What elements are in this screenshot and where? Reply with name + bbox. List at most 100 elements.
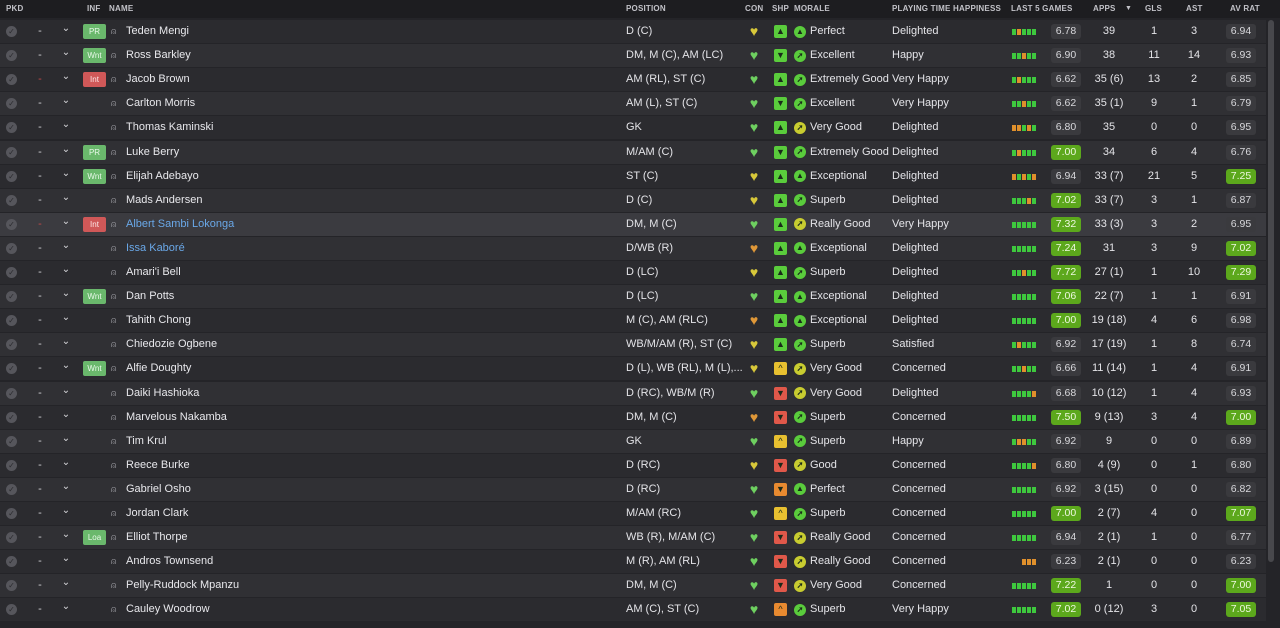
status-badge[interactable]: Int: [83, 72, 106, 88]
pick-toggle-icon[interactable]: ✓: [6, 170, 17, 182]
selection-status[interactable]: -: [34, 261, 46, 284]
status-badge[interactable]: Wnt: [83, 48, 106, 64]
status-badge[interactable]: Wnt: [83, 361, 106, 377]
table-row[interactable]: ✓ - ⌄ ⍝ Reece Burke D (RC) ♥ ▼ ➚ Good Concerned 6.8…: [0, 453, 1266, 477]
table-row[interactable]: ✓ - ⌄ ⍝ Andros Townsend M (R), AM (RL) ♥ ▼ ➚ Real…: [0, 550, 1266, 574]
table-row[interactable]: ✓ - ⌄ ⍝ Thomas Kaminski GK ♥ ▲ ➚ Very Good Delight…: [0, 116, 1266, 140]
player-name[interactable]: Pelly-Ruddock Mpanzu: [126, 574, 239, 597]
player-name[interactable]: Gabriel Osho: [126, 478, 191, 501]
header-name[interactable]: NAME: [109, 4, 133, 13]
chevron-down-icon[interactable]: ⌄: [59, 213, 73, 236]
table-row[interactable]: ✓ - ⌄ PR ⍝ Teden Mengi D (C) ♥ ▲ ▲ Perfect Delighte…: [0, 20, 1266, 43]
selection-status[interactable]: -: [34, 333, 46, 356]
player-name[interactable]: Ross Barkley: [126, 44, 191, 67]
player-name[interactable]: Tim Krul: [126, 430, 167, 453]
selection-status[interactable]: -: [34, 213, 46, 236]
player-name[interactable]: Alfie Doughty: [126, 357, 191, 380]
chevron-down-icon[interactable]: ⌄: [59, 502, 73, 525]
pick-toggle-icon[interactable]: ✓: [6, 387, 17, 399]
player-name[interactable]: Carlton Morris: [126, 92, 195, 115]
selection-status[interactable]: -: [34, 237, 46, 260]
selection-status[interactable]: -: [34, 165, 46, 188]
chevron-down-icon[interactable]: ⌄: [59, 141, 73, 164]
selection-status[interactable]: -: [34, 92, 46, 115]
chevron-down-icon[interactable]: ⌄: [59, 44, 73, 67]
chevron-down-icon[interactable]: ⌄: [59, 382, 73, 405]
chevron-down-icon[interactable]: ⌄: [59, 357, 73, 380]
selection-status[interactable]: -: [34, 382, 46, 405]
pick-toggle-icon[interactable]: ✓: [6, 580, 17, 592]
status-badge[interactable]: PR: [83, 24, 106, 39]
header-shp[interactable]: SHP: [772, 4, 789, 13]
chevron-down-icon[interactable]: ⌄: [59, 598, 73, 621]
pick-toggle-icon[interactable]: ✓: [6, 556, 17, 568]
player-name[interactable]: Issa Kaboré: [126, 237, 185, 260]
player-name[interactable]: Elijah Adebayo: [126, 165, 199, 188]
player-name[interactable]: Daiki Hashioka: [126, 382, 199, 405]
pick-toggle-icon[interactable]: ✓: [6, 98, 17, 110]
pick-toggle-icon[interactable]: ✓: [6, 74, 17, 86]
pick-toggle-icon[interactable]: ✓: [6, 435, 17, 447]
player-name[interactable]: Amari'i Bell: [126, 261, 181, 284]
table-row[interactable]: ✓ - ⌄ Wnt ⍝ Alfie Doughty D (L), WB (RL), M (L…: [0, 357, 1266, 381]
player-name[interactable]: Teden Mengi: [126, 20, 189, 43]
pick-toggle-icon[interactable]: ✓: [6, 315, 17, 327]
table-row[interactable]: ✓ - ⌄ ⍝ Gabriel Osho D (RC) ♥ ▼ ▲ Perfect Concerne…: [0, 477, 1266, 501]
chevron-down-icon[interactable]: ⌄: [59, 92, 73, 115]
header-con[interactable]: CON: [745, 4, 763, 13]
pick-toggle-icon[interactable]: ✓: [6, 122, 17, 134]
selection-status[interactable]: -: [34, 430, 46, 453]
header-position[interactable]: POSITION: [626, 4, 666, 13]
selection-status[interactable]: -: [34, 526, 46, 549]
table-row[interactable]: ✓ - ⌄ ⍝ Marvelous Nakamba DM, M (C) ♥ ▼ ➚ Superb C…: [0, 405, 1266, 429]
header-inf[interactable]: INF: [87, 4, 101, 13]
table-row[interactable]: ✓ - ⌄ ⍝ Issa Kaboré D/WB (R) ♥ ▲ ▲ Exceptional Del…: [0, 236, 1266, 260]
selection-status[interactable]: -: [34, 357, 46, 380]
header-avrat[interactable]: AV RAT: [1230, 4, 1260, 13]
table-row[interactable]: ✓ - ⌄ Wnt ⍝ Elijah Adebayo ST (C) ♥ ▲ ▲ Exceptiona…: [0, 164, 1266, 188]
table-row[interactable]: ✓ - ⌄ ⍝ Cauley Woodrow AM (C), ST (C) ♥ ^ ➚ Super…: [0, 598, 1266, 622]
status-badge[interactable]: PR: [83, 144, 106, 160]
table-row[interactable]: ✓ - ⌄ Int ⍝ Albert Sambi Lokonga DM, M (C) ♥ ▲ ➚ R…: [0, 212, 1266, 236]
pick-toggle-icon[interactable]: ✓: [6, 532, 17, 544]
pick-toggle-icon[interactable]: ✓: [6, 26, 17, 37]
status-badge[interactable]: Int: [83, 216, 106, 232]
pick-toggle-icon[interactable]: ✓: [6, 291, 17, 303]
selection-status[interactable]: -: [34, 309, 46, 332]
chevron-down-icon[interactable]: ⌄: [59, 550, 73, 573]
player-name[interactable]: Luke Berry: [126, 141, 179, 164]
table-row[interactable]: ✓ - ⌄ ⍝ Pelly-Ruddock Mpanzu DM, M (C) ♥ ▼ ➚ Very…: [0, 574, 1266, 598]
scrollbar[interactable]: [1268, 20, 1274, 562]
selection-status[interactable]: -: [34, 574, 46, 597]
selection-status[interactable]: -: [34, 598, 46, 621]
chevron-down-icon[interactable]: ⌄: [59, 454, 73, 477]
player-name[interactable]: Albert Sambi Lokonga: [126, 213, 234, 236]
table-row[interactable]: ✓ - ⌄ ⍝ Jordan Clark M/AM (RC) ♥ ^ ➚ Superb Concer…: [0, 502, 1266, 525]
selection-status[interactable]: -: [34, 454, 46, 477]
chevron-down-icon[interactable]: ⌄: [59, 285, 73, 308]
chevron-down-icon[interactable]: ⌄: [59, 574, 73, 597]
table-row[interactable]: ✓ - ⌄ ⍝ Tim Krul GK ♥ ^ ➚ Superb Happy 6.92 9 0 0 6.89: [0, 429, 1266, 453]
pick-toggle-icon[interactable]: ✓: [6, 483, 17, 495]
chevron-down-icon[interactable]: ⌄: [59, 261, 73, 284]
sort-desc-icon[interactable]: ▼: [1125, 5, 1132, 12]
header-pkd[interactable]: PKD: [6, 4, 24, 13]
chevron-down-icon[interactable]: ⌄: [59, 309, 73, 332]
pick-toggle-icon[interactable]: ✓: [6, 363, 17, 375]
player-name[interactable]: Andros Townsend: [126, 550, 213, 573]
selection-status[interactable]: -: [34, 550, 46, 573]
chevron-down-icon[interactable]: ⌄: [59, 430, 73, 453]
header-gls[interactable]: GLS: [1145, 4, 1162, 13]
chevron-down-icon[interactable]: ⌄: [59, 116, 73, 139]
player-name[interactable]: Dan Potts: [126, 285, 174, 308]
selection-status[interactable]: -: [34, 502, 46, 525]
table-row[interactable]: ✓ - ⌄ ⍝ Tahith Chong M (C), AM (RLC) ♥ ▲ ▲ Except…: [0, 309, 1266, 333]
table-row[interactable]: ✓ - ⌄ ⍝ Daiki Hashioka D (RC), WB/M (R) ♥ ▼ ➚ Ver…: [0, 381, 1266, 405]
selection-status[interactable]: -: [34, 20, 46, 43]
table-row[interactable]: ✓ - ⌄ ⍝ Chiedozie Ogbene WB/M/AM (R), ST (C) ♥…: [0, 333, 1266, 357]
header-last5[interactable]: LAST 5 GAMES: [1011, 4, 1073, 13]
chevron-down-icon[interactable]: ⌄: [59, 333, 73, 356]
selection-status[interactable]: -: [34, 285, 46, 308]
table-row[interactable]: ✓ - ⌄ PR ⍝ Luke Berry M/AM (C) ♥ ▼ ➚ Extremely Goo…: [0, 140, 1266, 164]
selection-status[interactable]: -: [34, 44, 46, 67]
